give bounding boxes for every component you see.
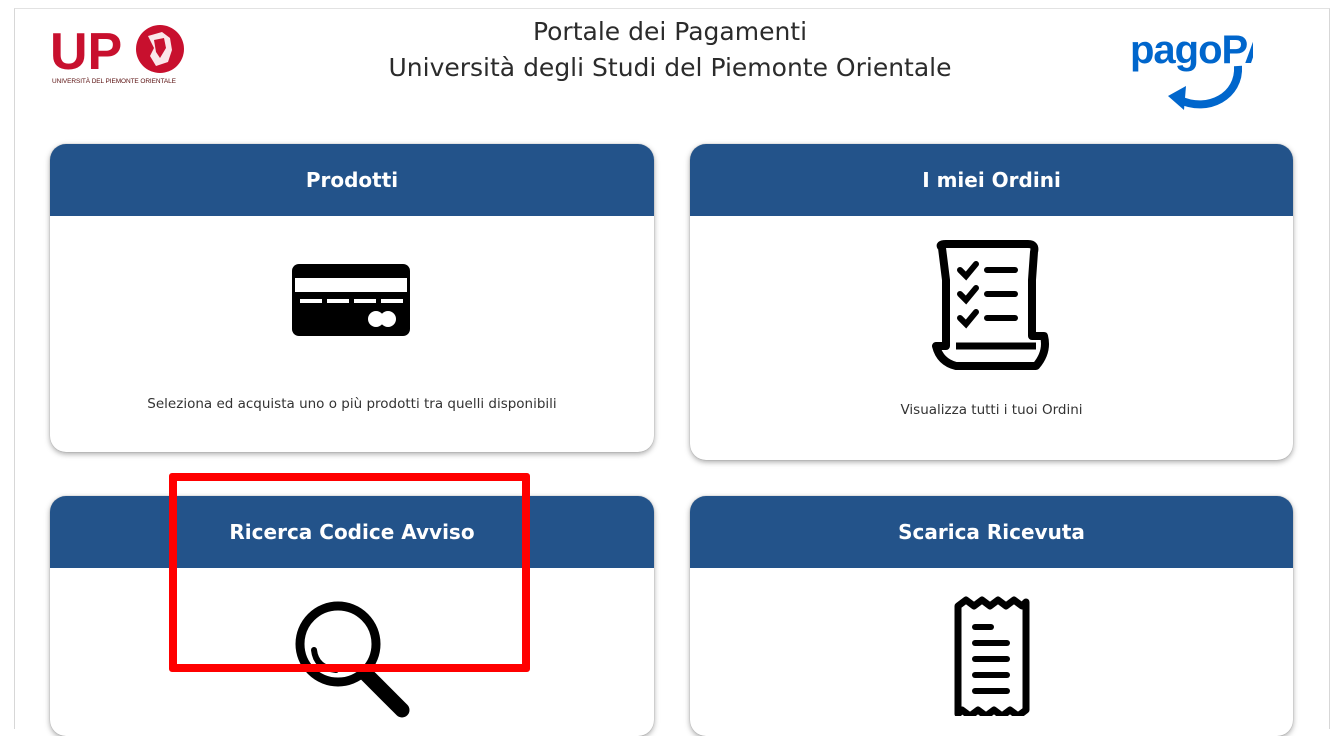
card-ordini[interactable]: I miei Ordini Visualizza tutti i tuoi Or… — [690, 144, 1293, 460]
card-ordini-title: I miei Ordini — [690, 144, 1293, 216]
upo-logo-subtitle: UNIVERSITÀ DEL PIEMONTE ORIENTALE — [52, 78, 176, 85]
card-ordini-description: Visualizza tutti i tuoi Ordini — [900, 402, 1083, 418]
pagopa-logo: pagoPA — [1128, 18, 1273, 113]
card-scarica-title: Scarica Ricevuta — [690, 496, 1293, 568]
card-scarica-ricevuta[interactable]: Scarica Ricevuta — [690, 496, 1293, 736]
checklist-scroll-icon — [932, 240, 1050, 375]
highlight-box — [169, 473, 530, 672]
card-prodotti-description: Seleziona ed acquista uno o più prodotti… — [147, 396, 557, 412]
pagopa-logo-text: pagoPA — [1130, 28, 1253, 72]
credit-card-icon — [292, 264, 410, 343]
card-prodotti-title: Prodotti — [50, 144, 654, 216]
card-prodotti[interactable]: Prodotti Seleziona ed acquista uno o più… — [50, 144, 654, 452]
receipt-icon — [952, 596, 1032, 721]
upo-logo-letters: UP — [50, 23, 122, 81]
page-title-line1: Portale dei Pagamenti — [532, 17, 808, 46]
page-title-line2: Università degli Studi del Piemonte Orie… — [388, 53, 952, 82]
page-title: Portale dei Pagamenti Università degli S… — [300, 14, 1040, 86]
